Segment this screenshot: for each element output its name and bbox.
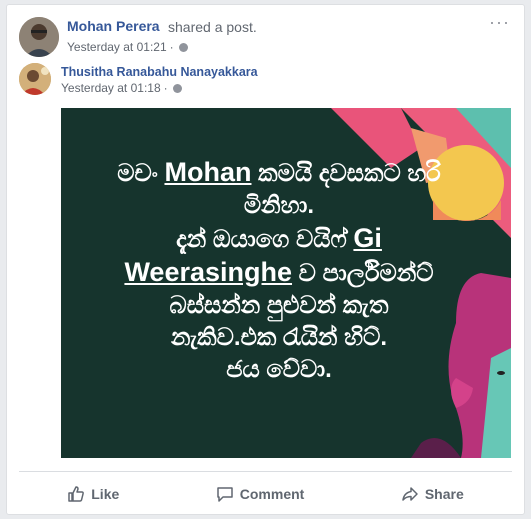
- separator: ·: [163, 81, 168, 95]
- separator: ·: [169, 40, 174, 54]
- globe-icon[interactable]: [178, 43, 188, 52]
- author-timestamp-row: Yesterday at 01:18 ·: [61, 81, 182, 95]
- highlight-name: Mohan: [164, 157, 252, 187]
- sharer-timestamp[interactable]: Yesterday at 01:21: [67, 40, 167, 54]
- action-bar: Like Comment Share: [19, 479, 512, 509]
- highlight-name: Gi: [353, 223, 382, 253]
- image-text-line-7: ජය වේවා.: [226, 356, 332, 383]
- author-timestamp[interactable]: Yesterday at 01:18: [61, 81, 161, 95]
- highlight-name: Weerasinghe: [124, 257, 293, 287]
- text-segment: කමයි දවසකට හරි: [251, 160, 441, 187]
- post-image[interactable]: මචං Mohan කමයි දවසකට හරි මිනිහා. දැන් ඔය…: [61, 108, 511, 458]
- image-text-line-4: Weerasinghe ව පාර්ලිමන්ට්: [79, 256, 479, 290]
- share-icon: [402, 487, 418, 501]
- text-segment: දැන් ඔයාගෙ වයිෆ්: [176, 226, 354, 253]
- text-segment: මචං: [117, 160, 165, 187]
- sharer-name[interactable]: Mohan Perera: [67, 18, 160, 34]
- post-card: ··· Mohan Perera shared a post. Yesterda…: [6, 4, 525, 515]
- sharer-avatar[interactable]: [19, 17, 59, 57]
- like-button[interactable]: Like: [67, 485, 119, 503]
- more-options-icon[interactable]: ···: [489, 13, 510, 31]
- image-text: මචං Mohan කමයි දවසකට හරි මිනිහා. දැන් ඔය…: [79, 156, 479, 386]
- comment-button[interactable]: Comment: [216, 485, 305, 503]
- divider: [19, 471, 512, 472]
- comment-icon: [217, 487, 233, 502]
- author-name[interactable]: Thusitha Ranabahu Nanayakkara: [61, 65, 258, 79]
- image-text-line-2: මිනිහා.: [243, 192, 315, 219]
- image-text-line-3: දැන් ඔයාගෙ වයිෆ් Gi: [79, 222, 479, 256]
- sharer-timestamp-row: Yesterday at 01:21 ·: [67, 40, 188, 54]
- image-text-line-5: බස්සන්න පුළුවන් කැත: [169, 292, 389, 319]
- like-label: Like: [91, 486, 120, 502]
- comment-label: Comment: [239, 486, 305, 502]
- share-label: Share: [424, 486, 464, 502]
- author-avatar[interactable]: [19, 63, 51, 95]
- image-text-line-6: නැකිව.එක රැයින් හිට්.: [171, 324, 387, 351]
- image-text-line-1: මචං Mohan කමයි දවසකට හරි: [79, 156, 479, 190]
- shared-action-text: shared a post.: [168, 19, 257, 35]
- share-button[interactable]: Share: [401, 485, 464, 503]
- like-icon: [68, 486, 85, 502]
- text-segment: ව පාර්ලිමන්ට්: [292, 260, 434, 287]
- globe-icon[interactable]: [172, 84, 182, 93]
